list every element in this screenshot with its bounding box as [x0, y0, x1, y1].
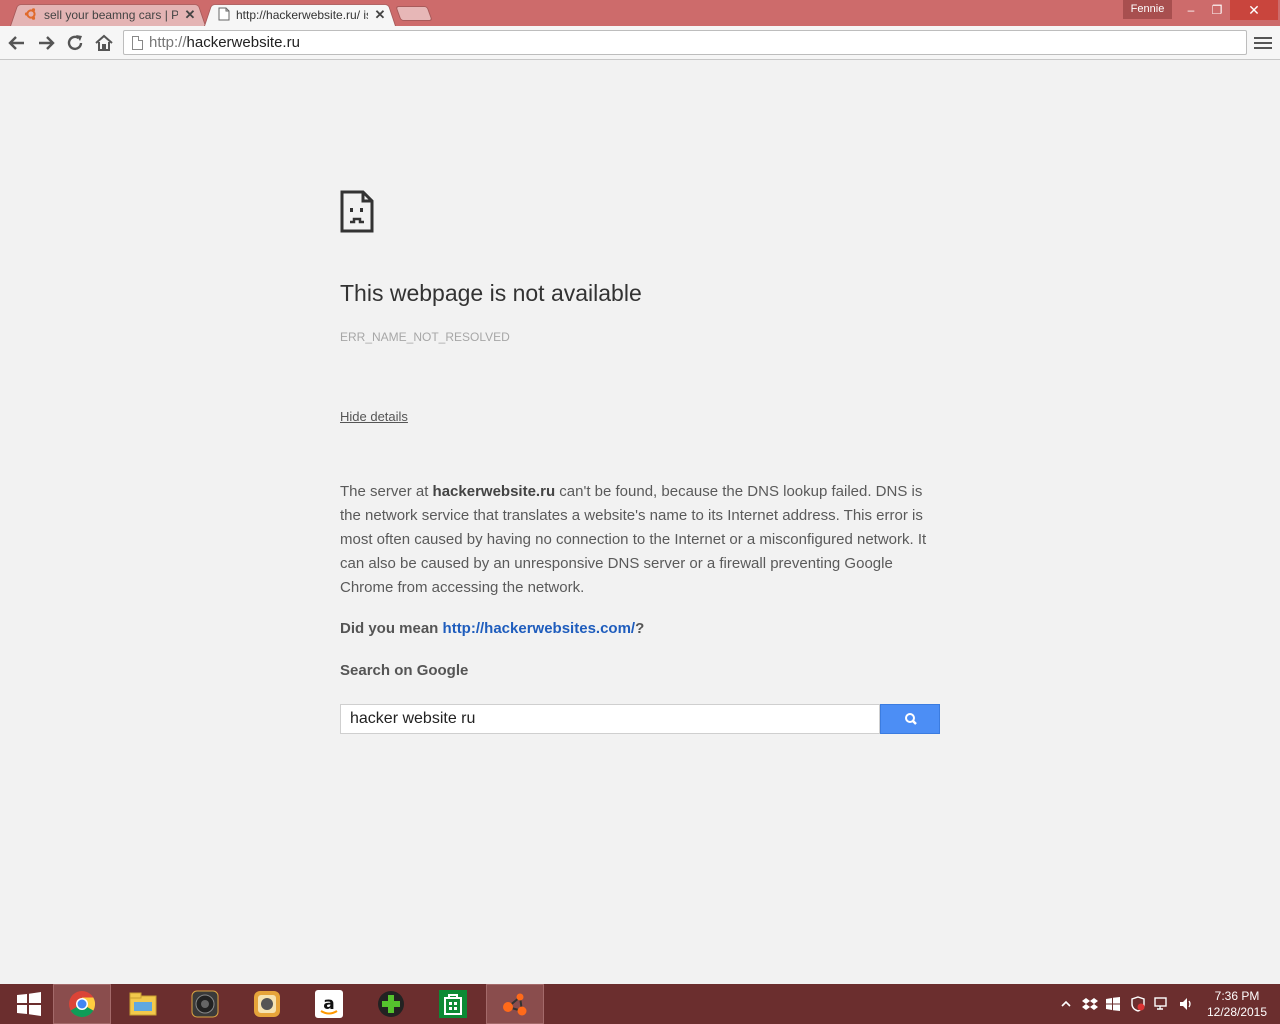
forward-button[interactable]: [34, 31, 58, 55]
network-monitor-icon[interactable]: [1154, 996, 1170, 1012]
did-you-mean: Did you mean http://hackerwebsites.com/?: [340, 620, 645, 637]
network-graph-icon: [503, 993, 527, 1016]
suggested-url-link[interactable]: http://hackerwebsites.com/: [443, 620, 636, 637]
windows-start-button[interactable]: [0, 984, 58, 1024]
error-code: ERR_NAME_NOT_RESOLVED: [340, 330, 510, 344]
restore-button[interactable]: ❐: [1204, 0, 1230, 20]
windows-logo-icon: [17, 992, 41, 1016]
close-window-button[interactable]: ✕: [1230, 0, 1278, 20]
back-button[interactable]: [5, 31, 29, 55]
amazon-icon: a: [315, 990, 343, 1018]
address-bar[interactable]: http://hackerwebsite.ru: [123, 30, 1247, 55]
browser-titlebar: sell your beamng cars | Pa ✕ http://hack…: [0, 0, 1280, 26]
new-tab-button[interactable]: [395, 6, 433, 21]
search-button[interactable]: [880, 704, 940, 734]
windows-flag-icon[interactable]: [1105, 996, 1121, 1012]
chrome-icon: [69, 991, 96, 1018]
search-on-google-label: Search on Google: [340, 662, 469, 679]
url-text: http://hackerwebsite.ru: [149, 34, 300, 51]
tab-title: sell your beamng cars | Pa: [44, 8, 178, 22]
taskbar-chrome[interactable]: [53, 984, 111, 1024]
media-icon: [254, 991, 280, 1017]
home-button[interactable]: [92, 31, 116, 55]
svg-text:a: a: [323, 994, 334, 1014]
game-icon: [378, 991, 404, 1017]
taskbar-file-explorer[interactable]: [114, 984, 172, 1024]
show-hidden-icons-chevron-icon[interactable]: [1058, 996, 1074, 1012]
volume-icon[interactable]: [1178, 996, 1194, 1012]
error-headline: This webpage is not available: [340, 280, 642, 306]
tab-sell-beamng-cars[interactable]: sell your beamng cars | Pa ✕: [10, 2, 206, 26]
store-icon: [439, 990, 467, 1018]
sad-page-icon: [340, 190, 374, 233]
hide-details-link[interactable]: Hide details: [340, 409, 408, 424]
clock-date: 12/28/2015: [1206, 1005, 1268, 1019]
speaker-icon: [191, 990, 219, 1018]
page-icon: [218, 7, 230, 24]
taskbar-store[interactable]: [424, 984, 482, 1024]
tab-close-icon[interactable]: ✕: [374, 7, 386, 23]
search-icon: [905, 713, 917, 725]
error-explanation: The server at hackerwebsite.ru can't be …: [340, 483, 927, 596]
taskbar-amazon[interactable]: a: [300, 984, 358, 1024]
taskbar-network-app[interactable]: [486, 984, 544, 1024]
minimize-button[interactable]: ‒: [1178, 0, 1204, 20]
folder-icon: [129, 992, 157, 1016]
forward-arrow-icon: [39, 36, 55, 50]
search-input[interactable]: hacker website ru: [340, 704, 880, 734]
tab-hackerwebsite[interactable]: http://hackerwebsite.ru/ is ✕: [204, 2, 396, 26]
system-clock[interactable]: 7:36 PM 12/28/2015: [1200, 988, 1274, 1020]
browser-toolbar: http://hackerwebsite.ru: [0, 26, 1280, 60]
reload-button[interactable]: [63, 31, 87, 55]
clock-time: 7:36 PM: [1214, 989, 1260, 1003]
windows-taskbar: a 7:36 PM 12/28/2015: [0, 984, 1280, 1024]
profile-button[interactable]: Fennie: [1123, 0, 1172, 19]
security-shield-icon[interactable]: [1130, 996, 1146, 1012]
taskbar-media-app[interactable]: [238, 984, 296, 1024]
chrome-menu-icon[interactable]: [1254, 35, 1272, 51]
taskbar-game-app[interactable]: [362, 984, 420, 1024]
taskbar-speaker-app[interactable]: [176, 984, 234, 1024]
explanation-host: hackerwebsite.ru: [432, 483, 556, 500]
tab-title: http://hackerwebsite.ru/ is: [236, 8, 368, 22]
tab-close-icon[interactable]: ✕: [184, 7, 196, 23]
page-icon: [132, 36, 143, 50]
dropbox-icon[interactable]: [1082, 996, 1098, 1012]
back-arrow-icon: [8, 36, 24, 50]
home-icon: [95, 34, 113, 51]
reload-icon: [67, 35, 83, 51]
ubuntu-forum-icon: [24, 7, 38, 24]
